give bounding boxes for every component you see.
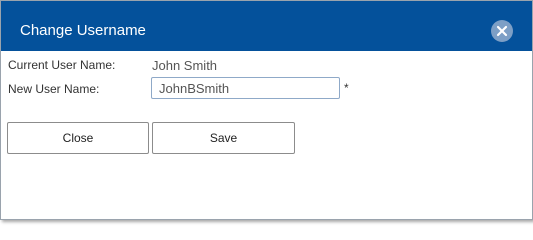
dialog-titlebar: Change Username xyxy=(1,1,532,51)
new-username-input[interactable] xyxy=(151,77,340,99)
close-icon-glyph xyxy=(496,25,508,37)
change-username-dialog: Change Username Current User Name: John … xyxy=(0,0,533,220)
new-username-label: New User Name: xyxy=(8,82,100,96)
dialog-title: Change Username xyxy=(20,22,146,39)
required-marker: * xyxy=(344,81,349,95)
close-icon[interactable] xyxy=(491,20,513,42)
close-button[interactable]: Close xyxy=(7,122,149,154)
current-username-value: John Smith xyxy=(152,58,218,73)
save-button[interactable]: Save xyxy=(152,122,295,154)
current-username-label: Current User Name: xyxy=(8,58,116,72)
